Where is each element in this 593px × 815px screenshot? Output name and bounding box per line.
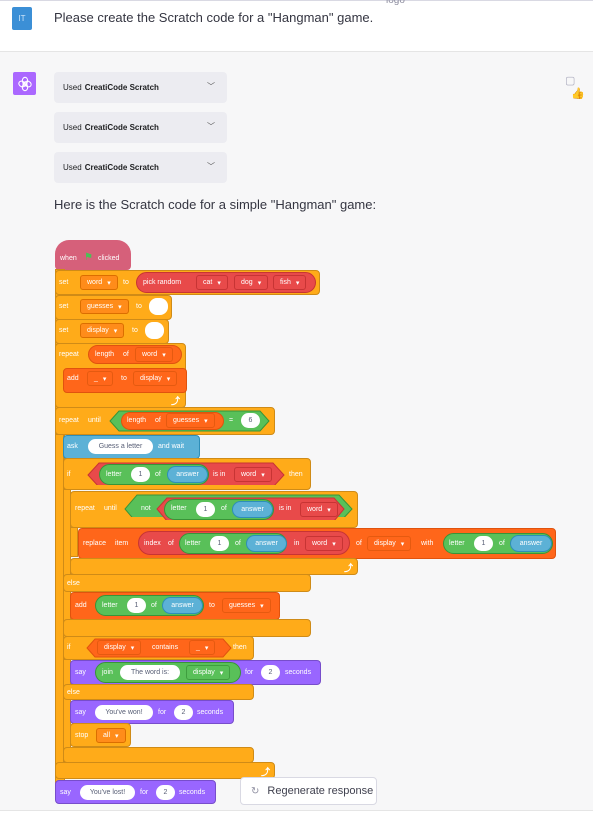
- answer-reporter[interactable]: answer: [246, 535, 287, 552]
- repeat-until-end: [70, 558, 358, 575]
- list-dropdown-fish[interactable]: fish: [273, 275, 307, 290]
- thumbs-up-icon[interactable]: 👍: [571, 88, 585, 100]
- tool-use-pill[interactable]: Used CreatiCode Scratch ﹀: [54, 112, 227, 143]
- list-dropdown[interactable]: display: [367, 536, 412, 551]
- number-input[interactable]: 1: [196, 502, 215, 517]
- number-input[interactable]: 1: [131, 467, 150, 482]
- seconds-input[interactable]: 2: [261, 665, 280, 680]
- say-text-input[interactable]: You've won!: [95, 705, 153, 720]
- list-dropdown-dog[interactable]: dog: [234, 275, 269, 290]
- seconds-input[interactable]: 2: [174, 705, 193, 720]
- list-dropdown[interactable]: display: [97, 640, 142, 655]
- if-else-end: [63, 747, 254, 763]
- item-dropdown[interactable]: _: [87, 371, 114, 386]
- tool-use-pill[interactable]: Used CreatiCode Scratch ﹀: [54, 72, 227, 103]
- list-dropdown[interactable]: guesses: [166, 413, 215, 428]
- message-actions: ▢ 👍: [565, 74, 593, 100]
- answer-reporter[interactable]: answer: [510, 535, 552, 552]
- assistant-avatar: [13, 72, 36, 95]
- number-input[interactable]: 6: [241, 413, 260, 428]
- item-dropdown[interactable]: _: [189, 640, 216, 655]
- chevron-down-icon: ﹀: [207, 122, 215, 131]
- join-text-input[interactable]: The word is:: [120, 665, 180, 680]
- variable-dropdown[interactable]: word: [234, 467, 272, 482]
- number-input[interactable]: 1: [210, 536, 229, 551]
- user-avatar: IT: [12, 7, 32, 30]
- seconds-input[interactable]: 2: [156, 785, 175, 800]
- say-text-input[interactable]: You've lost!: [80, 785, 135, 800]
- stop-dropdown[interactable]: all: [96, 728, 126, 743]
- variable-dropdown[interactable]: guesses: [80, 299, 129, 314]
- loop-arrow-icon: ⤴: [344, 563, 354, 573]
- repeat-until-spine: [70, 527, 78, 557]
- copy-icon[interactable]: ▢: [565, 75, 575, 87]
- green-flag-icon: ⚑: [84, 252, 93, 263]
- list-dropdown[interactable]: display: [133, 371, 178, 386]
- variable-dropdown[interactable]: display: [80, 323, 125, 338]
- chevron-down-icon: ﹀: [207, 82, 215, 91]
- refresh-icon: ↻: [251, 785, 260, 797]
- value-input[interactable]: [149, 298, 168, 315]
- list-dropdown[interactable]: guesses: [222, 598, 271, 613]
- composer-area: [0, 810, 593, 815]
- variable-dropdown[interactable]: word: [305, 536, 343, 551]
- variable-dropdown[interactable]: word: [300, 502, 338, 517]
- loop-arrow-icon: ⤴: [171, 396, 181, 406]
- answer-reporter[interactable]: answer: [232, 501, 273, 518]
- regenerate-button[interactable]: ↻ Regenerate response: [240, 777, 377, 805]
- number-input[interactable]: 1: [474, 536, 493, 551]
- logo-alt-text: logo: [386, 0, 405, 6]
- user-message-row: IT Please create the Scratch code for a …: [0, 0, 593, 52]
- tool-use-pill[interactable]: Used CreatiCode Scratch ﹀: [54, 152, 227, 183]
- number-input[interactable]: 1: [127, 598, 146, 613]
- response-intro: Here is the Scratch code for a simple "H…: [54, 197, 377, 212]
- user-message: Please create the Scratch code for a "Ha…: [54, 10, 374, 25]
- list-dropdown[interactable]: word: [135, 347, 173, 362]
- variable-dropdown[interactable]: word: [80, 275, 118, 290]
- openai-logo-icon: [17, 76, 32, 91]
- answer-reporter[interactable]: answer: [162, 597, 203, 614]
- chevron-down-icon: ﹀: [207, 162, 215, 171]
- else-section: [63, 574, 311, 592]
- if-else-end: [63, 619, 311, 637]
- answer-reporter[interactable]: answer: [167, 466, 208, 483]
- value-input[interactable]: [145, 322, 164, 339]
- else-section: [63, 684, 254, 700]
- list-dropdown-cat[interactable]: cat: [196, 275, 228, 290]
- ask-text-input[interactable]: Guess a letter: [88, 439, 153, 454]
- variable-dropdown[interactable]: display: [186, 665, 231, 680]
